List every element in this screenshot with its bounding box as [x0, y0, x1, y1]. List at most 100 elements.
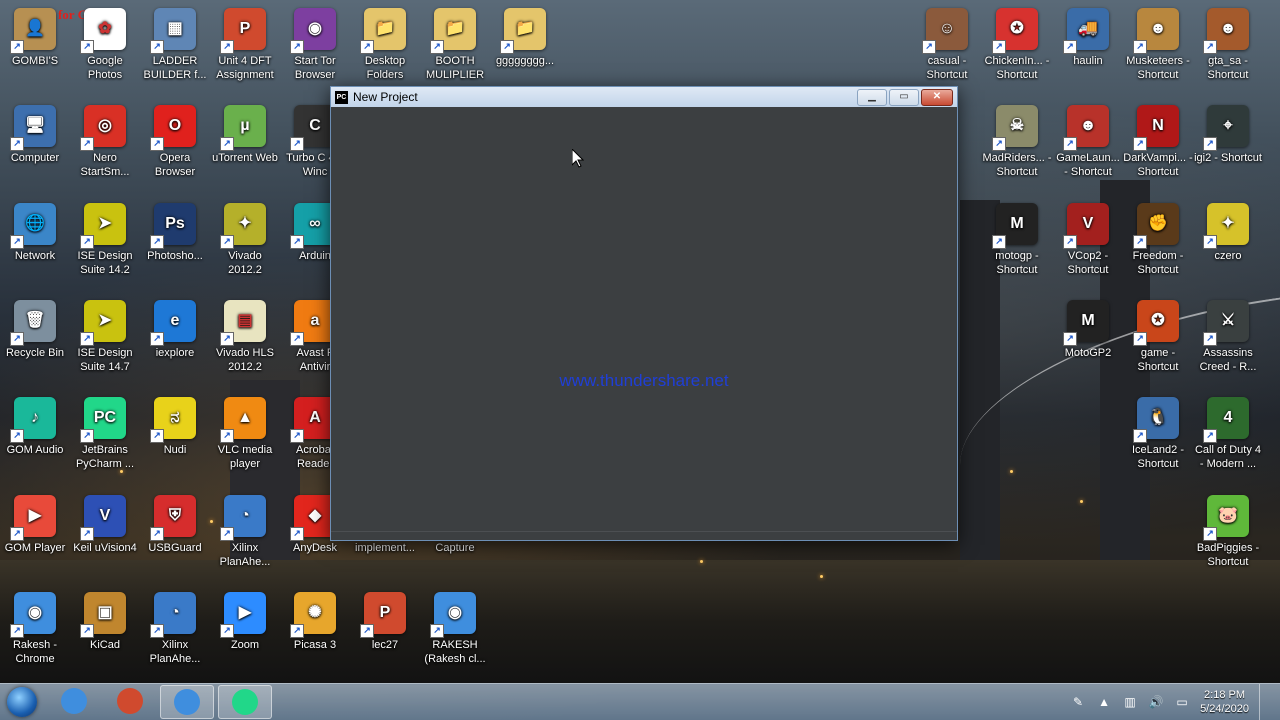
desktop-icon-label: Google Photos [87, 55, 123, 81]
desktop-icon[interactable]: 🐧 ↗ IceLand2 - Shortcut [1123, 397, 1193, 471]
desktop-icon[interactable]: O ↗ Opera Browser [140, 105, 210, 179]
new-project-window[interactable]: PC New Project ▁ ▭ ✕ www.thundershare.ne… [330, 86, 958, 541]
action-center-icon[interactable]: ✎ [1070, 694, 1086, 710]
desktop-icon[interactable]: ♪ ↗ GOM Audio [0, 397, 70, 457]
desktop-icon[interactable]: ⌖ ↗ igi2 - Shortcut [1193, 105, 1263, 165]
shortcut-arrow-icon: ↗ [220, 429, 234, 443]
desktop-icon-label: JetBrains PyCharm ... [75, 444, 135, 470]
show-desktop-button[interactable] [1259, 684, 1270, 720]
pycharm-icon: PC [335, 90, 348, 104]
desktop-icon[interactable]: P ↗ Unit 4 DFT Assignment [210, 8, 280, 82]
chrome-profile-icon [174, 689, 200, 715]
desktop-icon[interactable]: ⚔ ↗ Assassins Creed - R... [1193, 300, 1263, 374]
desktop-icon[interactable]: ✦ ↗ Vivado 2012.2 [210, 203, 280, 277]
desktop-icon[interactable]: ⛨ ↗ USBGuard [140, 495, 210, 555]
desktop-icon[interactable]: 🗑 ↗ Recycle Bin [0, 300, 70, 360]
shortcut-arrow-icon: ↗ [150, 332, 164, 346]
window-titlebar[interactable]: PC New Project ▁ ▭ ✕ [331, 87, 957, 107]
desktop-icon[interactable]: M ↗ MotoGP2 [1053, 300, 1123, 360]
shortcut-arrow-icon: ↗ [150, 235, 164, 249]
desktop-icon[interactable]: ➤ ↗ ISE Design Suite 14.2 [70, 203, 140, 277]
desktop-icon[interactable]: 🖥 ↗ Computer [0, 105, 70, 165]
desktop-icon-label: BadPiggies - Shortcut [1196, 542, 1260, 568]
network-icon[interactable]: ▥ [1122, 694, 1138, 710]
desktop-icon[interactable]: ◉ ↗ RAKESH (Rakesh cl... [420, 592, 490, 666]
taskbar-button[interactable] [48, 685, 100, 717]
desktop-icon[interactable]: ✪ ↗ game - Shortcut [1123, 300, 1193, 374]
desktop-icon[interactable]: 🐷 ↗ BadPiggies - Shortcut [1193, 495, 1263, 569]
game-icon: ☻ ↗ [1063, 105, 1109, 151]
desktop-icon[interactable]: ▶ ↗ Zoom [210, 592, 280, 652]
shortcut-arrow-icon: ↗ [150, 527, 164, 541]
desktop-icon[interactable]: ◎ ↗ Nero StartSm... [70, 105, 140, 179]
desktop-icon[interactable]: 👤 ↗ GOMBI'S [0, 8, 70, 68]
desktop-icon[interactable]: ☠ ↗ MadRiders... - Shortcut [982, 105, 1052, 179]
maximize-button[interactable]: ▭ [889, 88, 919, 106]
desktop-icon[interactable]: ✪ ↗ ChickenIn... - Shortcut [982, 8, 1052, 82]
desktop-icon[interactable]: 4 ↗ Call of Duty 4 - Modern ... [1193, 397, 1263, 471]
desktop-icon-label: USBGuard [148, 542, 202, 554]
show-hidden-icons-icon[interactable]: ▲ [1096, 694, 1112, 710]
desktop-icon[interactable]: 🌐 ↗ Network [0, 203, 70, 263]
desktop-icon[interactable]: V ↗ VCop2 - Shortcut [1053, 203, 1123, 277]
desktop-icon[interactable]: ✦ ↗ czero [1193, 203, 1263, 263]
minimize-button[interactable]: ▁ [857, 88, 887, 106]
utorrent-icon: µ ↗ [220, 105, 266, 151]
taskbar-button[interactable] [104, 685, 156, 717]
desktop-icon[interactable]: ✺ ↗ Picasa 3 [280, 592, 350, 652]
desktop-icon-label: Nudi [163, 444, 187, 456]
monitor-icon[interactable]: ▭ [1174, 694, 1190, 710]
shortcut-arrow-icon: ↗ [1133, 137, 1147, 151]
desktop-icon[interactable]: ✊ ↗ Freedom - Shortcut [1123, 203, 1193, 277]
shortcut-arrow-icon: ↗ [1063, 332, 1077, 346]
taskbar-button[interactable] [160, 685, 214, 719]
volume-icon[interactable]: 🔊 [1148, 694, 1164, 710]
desktop-icon-label: Vivado 2012.2 [228, 250, 262, 276]
desktop-icon[interactable]: ▦ ↗ LADDER BUILDER f... [140, 8, 210, 82]
desktop-icon[interactable]: PC ↗ JetBrains PyCharm ... [70, 397, 140, 471]
desktop-icon[interactable]: ◔ ↗ Xilinx PlanAhe... [140, 592, 210, 666]
desktop-icon[interactable]: ◉ ↗ Start Tor Browser [280, 8, 350, 82]
start-button[interactable] [0, 684, 44, 720]
desktop-icon[interactable]: e ↗ iexplore [140, 300, 210, 360]
desktop-icon[interactable]: N ↗ DarkVampi... - Shortcut [1123, 105, 1193, 179]
desktop-icon[interactable]: ☻ ↗ Musketeers - Shortcut [1123, 8, 1193, 82]
desktop-icon[interactable]: 📁 ↗ Desktop Folders [350, 8, 420, 82]
desktop-icon[interactable]: µ ↗ uTorrent Web [210, 105, 280, 165]
desktop-icon[interactable]: 🚚 ↗ haulin [1053, 8, 1123, 68]
desktop-icon[interactable]: 📁 ↗ BOOTH MULIPLIER [420, 8, 490, 82]
shortcut-arrow-icon: ↗ [430, 40, 444, 54]
desktop-icon[interactable]: ▶ ↗ GOM Player [0, 495, 70, 555]
desktop-icon-label: igi2 - Shortcut [1194, 152, 1262, 164]
shortcut-arrow-icon: ↗ [10, 235, 24, 249]
desktop-icon[interactable]: ▲ ↗ VLC media player [210, 397, 280, 471]
clock[interactable]: 2:18 PM 5/24/2020 [1200, 688, 1249, 716]
shortcut-arrow-icon: ↗ [220, 527, 234, 541]
desktop-icon[interactable]: ನ ↗ Nudi [140, 397, 210, 457]
desktop-icon[interactable]: 📁 ↗ gggggggg... [490, 8, 560, 68]
desktop-icon[interactable]: ◔ ↗ Xilinx PlanAhe... [210, 495, 280, 569]
shortcut-arrow-icon: ↗ [10, 332, 24, 346]
folder-icon: 📁 ↗ [430, 8, 476, 54]
desktop-icon[interactable]: Ps ↗ Photosho... [140, 203, 210, 263]
desktop-icon[interactable]: ▣ ↗ KiCad [70, 592, 140, 652]
keil-icon: V ↗ [80, 495, 126, 541]
system-tray: ✎ ▲ ▥ 🔊 ▭ 2:18 PM 5/24/2020 [1070, 684, 1280, 720]
desktop-icon[interactable]: ☻ ↗ gta_sa - Shortcut [1193, 8, 1263, 82]
desktop-icon[interactable]: M ↗ motogp - Shortcut [982, 203, 1052, 277]
desktop-icon[interactable]: ➤ ↗ ISE Design Suite 14.7 [70, 300, 140, 374]
xilinx-ise-icon: ➤ ↗ [80, 300, 126, 346]
desktop-icon[interactable]: ☺ ↗ casual - Shortcut [912, 8, 982, 82]
desktop-icon[interactable]: ▤ ↗ Vivado HLS 2012.2 [210, 300, 280, 374]
desktop-icon[interactable]: V ↗ Keil uVision4 [70, 495, 140, 555]
shortcut-arrow-icon: ↗ [1133, 332, 1147, 346]
desktop-icon-label: lec27 [371, 639, 399, 651]
close-button[interactable]: ✕ [921, 88, 953, 106]
desktop-icon[interactable]: ✿ ↗ Google Photos [70, 8, 140, 82]
desktop-icon[interactable]: ◉ ↗ Rakesh - Chrome [0, 592, 70, 666]
user-folder-icon: 👤 ↗ [10, 8, 56, 54]
desktop-icon[interactable]: ☻ ↗ GameLaun... - Shortcut [1053, 105, 1123, 179]
internet-explorer-icon: e ↗ [150, 300, 196, 346]
taskbar-button[interactable] [218, 685, 272, 719]
desktop-icon[interactable]: P ↗ lec27 [350, 592, 420, 652]
